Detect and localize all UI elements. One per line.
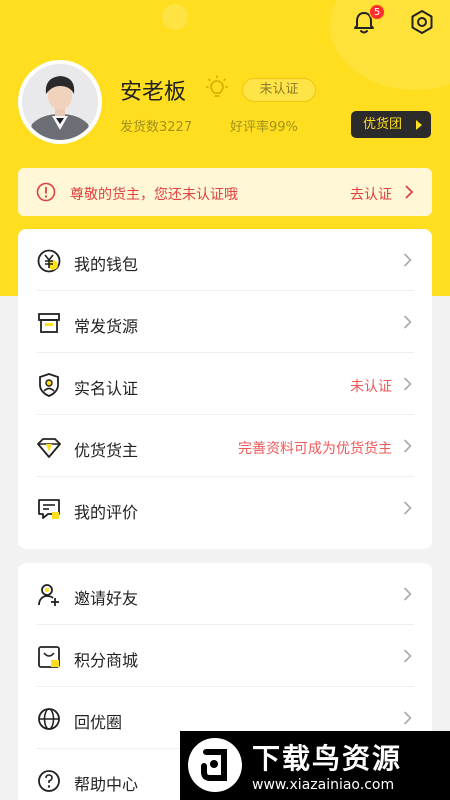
watermark-logo [188, 738, 242, 792]
chevron-right-icon [403, 315, 412, 329]
shield-user-icon [39, 373, 59, 397]
chevron-right-icon [403, 439, 412, 453]
menu-item-label: 邀请好友 [74, 589, 139, 608]
chevron-right-icon [405, 185, 414, 199]
shipment-count: 发货数3227 [120, 120, 193, 135]
avatar-photo [22, 64, 98, 140]
menu-item-extra: 完善资料可成为优货货主 [238, 441, 392, 457]
chevron-right-icon [403, 253, 412, 267]
chevron-right-icon [403, 649, 412, 663]
shopping-bag-icon [38, 646, 60, 668]
certification-alert-bar[interactable]: 尊敬的货主，您还未认证哦 去认证 [18, 168, 432, 216]
menu-item-label: 回优圈 [74, 713, 123, 732]
quality-group-button[interactable]: 优货团 [351, 111, 431, 138]
notification-badge: 5 [369, 4, 385, 20]
gear-icon[interactable] [408, 8, 436, 36]
menu-item-label: 积分商城 [74, 651, 139, 670]
menu-item-label: 常发货源 [74, 317, 139, 336]
menu-item-my-reviews[interactable]: 我的评价 [36, 477, 414, 539]
warning-icon [36, 182, 56, 202]
watermark-title: 下载鸟资源 [252, 742, 403, 775]
watermark-overlay: 下载鸟资源 www.xiazainiao.com [180, 731, 450, 800]
certification-status-badge[interactable]: 未认证 [242, 78, 316, 102]
menu-item-frequent-sources[interactable]: 常发货源 [36, 291, 414, 353]
rating-percent: 好评率99% [230, 120, 298, 135]
decor-bubble [162, 4, 188, 30]
comment-icon [38, 499, 60, 519]
menu-item-wallet[interactable]: 我的钱包 [36, 229, 414, 291]
username: 安老板 [120, 80, 187, 105]
lightbulb-icon [206, 75, 228, 97]
add-user-icon [38, 584, 59, 606]
help-icon [38, 770, 60, 792]
alert-message: 尊敬的货主，您还未认证哦 [70, 187, 238, 203]
quality-group-label: 优货团 [363, 117, 403, 132]
globe-icon [38, 708, 60, 730]
menu-item-invite-friends[interactable]: 邀请好友 [36, 563, 414, 625]
avatar[interactable] [18, 60, 102, 144]
diamond-icon [37, 438, 61, 458]
menu-item-extra: 未认证 [350, 379, 392, 395]
watermark-domain: www.xiazainiao.com [252, 777, 395, 793]
wallet-icon [37, 249, 61, 273]
chevron-right-icon [403, 377, 412, 391]
chevron-right-icon [403, 587, 412, 601]
play-triangle-icon [416, 120, 422, 130]
go-certify-link[interactable]: 去认证 [350, 184, 392, 204]
menu-item-label: 我的评价 [74, 503, 139, 522]
box-icon [38, 313, 60, 333]
menu-item-label: 优货货主 [74, 441, 139, 460]
menu-item-label: 帮助中心 [74, 775, 139, 794]
menu-item-real-name-auth[interactable]: 实名认证 未认证 [36, 353, 414, 415]
menu-item-quality-shipper[interactable]: 优货货主 完善资料可成为优货货主 [36, 415, 414, 477]
menu-item-label: 实名认证 [74, 379, 139, 398]
menu-item-points-mall[interactable]: 积分商城 [36, 625, 414, 687]
chevron-right-icon [403, 711, 412, 725]
menu-item-label: 我的钱包 [74, 255, 139, 274]
chevron-right-icon [403, 501, 412, 515]
menu-card-primary: 我的钱包 常发货源 实名认证 未认证 优货货主 完善资料可成为优货货主 我的评价 [18, 229, 432, 549]
